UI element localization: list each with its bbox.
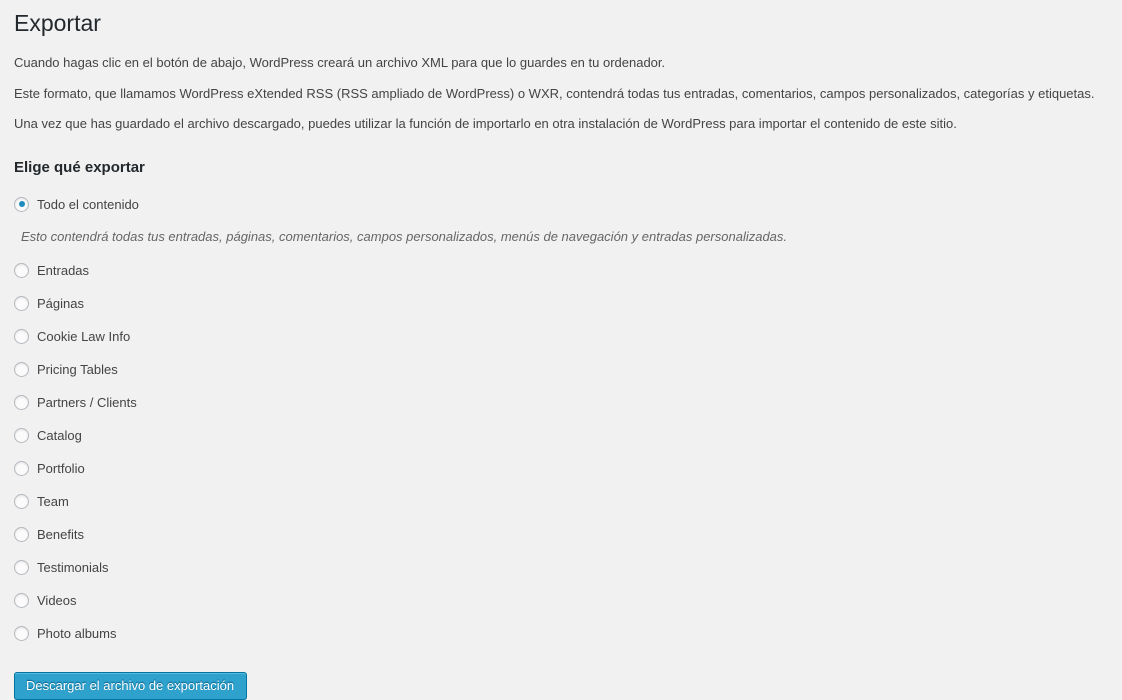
intro-paragraph-1: Cuando hagas clic en el botón de abajo, … — [14, 55, 666, 70]
option-label-all-content[interactable]: Todo el contenido — [37, 198, 139, 211]
submit-row: Descargar el archivo de exportación — [14, 650, 1108, 700]
radio-videos[interactable] — [14, 593, 29, 608]
page-title: Exportar — [14, 10, 101, 36]
option-row-pricing-tables[interactable]: Pricing Tables — [14, 353, 1108, 386]
choose-what-to-export-heading: Elige qué exportar — [14, 158, 145, 176]
radio-partners-clients[interactable] — [14, 395, 29, 410]
export-page: Exportar Cuando hagas clic en el botón d… — [0, 0, 1122, 700]
option-row-benefits[interactable]: Benefits — [14, 518, 1108, 551]
radio-catalog[interactable] — [14, 428, 29, 443]
radio-testimonials[interactable] — [14, 560, 29, 575]
export-options-list: Todo el contenido Esto contendrá todas t… — [14, 188, 1108, 651]
option-label-catalog[interactable]: Catalog — [37, 429, 82, 442]
option-label-photo-albums[interactable]: Photo albums — [37, 627, 117, 640]
option-row-videos[interactable]: Videos — [14, 584, 1108, 617]
option-row-testimonials[interactable]: Testimonials — [14, 551, 1108, 584]
all-content-description: Esto contendrá todas tus entradas, págin… — [21, 228, 788, 244]
option-row-all-content[interactable]: Todo el contenido — [14, 188, 1108, 221]
radio-entradas[interactable] — [14, 263, 29, 278]
intro-paragraph-2: Este formato, que llamamos WordPress eXt… — [14, 85, 1095, 101]
option-row-portfolio[interactable]: Portfolio — [14, 452, 1108, 485]
option-row-catalog[interactable]: Catalog — [14, 419, 1108, 452]
radio-all-content[interactable] — [14, 196, 29, 212]
radio-pricing-tables[interactable] — [14, 362, 29, 377]
option-label-videos[interactable]: Videos — [37, 594, 77, 607]
radio-photo-albums[interactable] — [14, 626, 29, 641]
radio-cookie-law-info[interactable] — [14, 329, 29, 344]
option-label-team[interactable]: Team — [37, 495, 69, 508]
option-label-benefits[interactable]: Benefits — [37, 528, 84, 541]
option-row-team[interactable]: Team — [14, 485, 1108, 518]
radio-portfolio[interactable] — [14, 461, 29, 476]
option-row-entradas[interactable]: Entradas — [14, 254, 1108, 287]
radio-benefits[interactable] — [14, 527, 29, 542]
option-row-cookie-law-info[interactable]: Cookie Law Info — [14, 320, 1108, 353]
option-label-partners-clients[interactable]: Partners / Clients — [37, 396, 137, 409]
all-content-description-row: Esto contendrá todas tus entradas, págin… — [14, 221, 1108, 255]
option-label-portfolio[interactable]: Portfolio — [37, 462, 85, 475]
option-label-cookie-law-info[interactable]: Cookie Law Info — [37, 330, 130, 343]
radio-team[interactable] — [14, 494, 29, 509]
option-label-paginas[interactable]: Páginas — [37, 297, 84, 310]
intro-paragraph-3: Una vez que has guardado el archivo desc… — [14, 116, 957, 131]
option-label-testimonials[interactable]: Testimonials — [37, 561, 109, 574]
option-row-partners-clients[interactable]: Partners / Clients — [14, 386, 1108, 419]
option-label-entradas[interactable]: Entradas — [37, 264, 89, 277]
option-row-paginas[interactable]: Páginas — [14, 287, 1108, 320]
option-row-photo-albums[interactable]: Photo albums — [14, 617, 1108, 650]
option-label-pricing-tables[interactable]: Pricing Tables — [37, 363, 118, 376]
radio-paginas[interactable] — [14, 296, 29, 311]
